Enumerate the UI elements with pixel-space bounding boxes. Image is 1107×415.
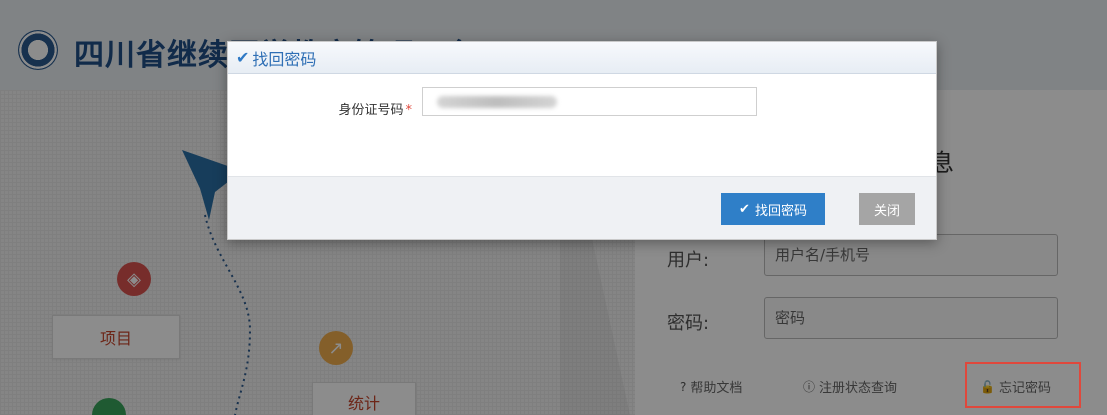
page: 四川省继续医学教育管理平台 ◈ 项目 ↗ 统计 息 用户: 密码: ? 帮助文档…	[0, 0, 1107, 415]
id-number-input[interactable]	[422, 87, 757, 116]
recover-password-button[interactable]: ✔ 找回密码	[721, 193, 825, 225]
dialog-body: 身份证号码 *	[228, 74, 936, 177]
required-mark: *	[405, 103, 413, 118]
dialog-footer: ✔ 找回密码 关闭	[228, 176, 936, 239]
recover-password-dialog: ✔ 找回密码 身份证号码 * ✔ 找回密码 关闭	[227, 41, 937, 240]
dialog-title: 找回密码	[252, 49, 317, 69]
id-number-label-text: 身份证号码	[338, 103, 404, 118]
check-icon: ✔	[236, 48, 250, 67]
forgot-password-highlight	[965, 362, 1081, 408]
blurred-value	[437, 96, 557, 108]
close-button-label: 关闭	[873, 203, 900, 219]
check-icon: ✔	[739, 201, 750, 217]
dialog-header: ✔ 找回密码	[228, 42, 936, 74]
recover-password-button-label: 找回密码	[754, 203, 807, 219]
close-button[interactable]: 关闭	[859, 193, 915, 225]
id-number-label: 身份证号码 *	[312, 99, 412, 118]
